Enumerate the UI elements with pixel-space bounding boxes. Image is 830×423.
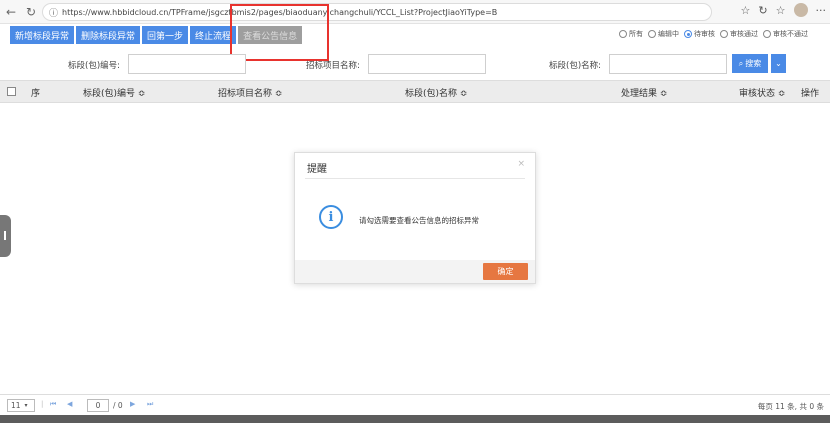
filter-label: 编辑中 xyxy=(658,30,679,38)
confirm-button[interactable]: 确定 xyxy=(483,263,528,280)
col-index: 序 xyxy=(31,89,41,99)
search-row: 标段(包)编号: 招标项目名称: 标段(包)名称: ⌕ 搜索 ⌄ xyxy=(0,54,830,76)
address-bar[interactable]: ⓘ https://www.hbbidcloud.cn/TPFrame/jsgc… xyxy=(42,3,712,21)
favorites-icon[interactable]: ☆ xyxy=(776,4,786,17)
extension-icon[interactable]: ↻ xyxy=(758,4,767,17)
refresh-icon[interactable]: ↻ xyxy=(22,3,40,21)
col-action: 操作 xyxy=(801,89,820,99)
filter-rejected[interactable]: 审核不通过 xyxy=(763,29,808,39)
radio-icon xyxy=(720,30,728,38)
col-code[interactable]: 标段(包)编号 ≎ xyxy=(83,86,145,99)
project-input[interactable] xyxy=(368,54,486,74)
last-page-icon[interactable]: ⏭ xyxy=(147,400,153,409)
col-result[interactable]: 处理结果 ≎ xyxy=(621,86,667,99)
back-arrow-icon[interactable]: ← xyxy=(2,3,20,21)
taskbar xyxy=(0,415,830,423)
back-to-first-step-button[interactable]: 回第一步 xyxy=(142,26,189,44)
name-input[interactable] xyxy=(609,54,727,74)
favorite-star-icon[interactable]: ☆ xyxy=(741,4,751,17)
search-button[interactable]: ⌕ 搜索 xyxy=(732,54,768,73)
radio-icon xyxy=(648,30,656,38)
info-icon: i xyxy=(319,205,343,229)
delete-exception-button[interactable]: 删除标段异常 xyxy=(76,26,141,44)
col-status[interactable]: 审核状态 ≎ xyxy=(739,86,785,99)
search-dropdown-button[interactable]: ⌄ xyxy=(771,54,786,73)
filter-label: 待审核 xyxy=(694,30,715,38)
lock-icon: ⓘ xyxy=(49,8,59,19)
filter-label: 审核通过 xyxy=(730,30,758,38)
profile-avatar[interactable] xyxy=(793,3,808,17)
page-summary: 每页 11 条, 共 0 条 xyxy=(757,402,824,411)
radio-icon xyxy=(619,30,627,38)
filter-editing[interactable]: 编辑中 xyxy=(648,29,679,39)
chevron-down-icon: ▾ xyxy=(24,402,28,409)
alert-dialog: 提醒 × i 请勾选需要查看公告信息的招标异常 确定 xyxy=(294,152,536,284)
dialog-footer: 确定 xyxy=(295,260,535,283)
pager: 11 ▾ | ⏮ ◀ 0 / 0 ▶ ⏭ 每页 11 条, 共 0 条 xyxy=(0,394,830,414)
code-input[interactable] xyxy=(128,54,246,74)
dialog-divider xyxy=(305,178,525,179)
radio-icon xyxy=(763,30,771,38)
browser-bar: ← ↻ ⓘ https://www.hbbidcloud.cn/TPFrame/… xyxy=(0,0,830,24)
separator: | xyxy=(41,400,44,408)
next-page-icon[interactable]: ▶ xyxy=(130,400,135,408)
side-panel-handle[interactable] xyxy=(0,215,11,257)
page-size-value: 11 xyxy=(11,401,21,410)
filter-label: 所有 xyxy=(629,30,643,38)
add-exception-button[interactable]: 新增标段异常 xyxy=(10,26,75,44)
highlight-box xyxy=(230,4,329,61)
more-icon[interactable]: ··· xyxy=(816,4,827,17)
page-size-select[interactable]: 11 ▾ xyxy=(7,399,35,412)
filter-approved[interactable]: 审核通过 xyxy=(720,29,758,39)
dialog-title: 提醒 xyxy=(307,164,327,175)
browser-right-icons: ☆ ↻ ☆ ··· xyxy=(741,3,826,17)
code-label: 标段(包)编号: xyxy=(68,61,120,71)
status-filter: 所有 编辑中 待审核 审核通过 审核不通过 xyxy=(619,29,808,39)
page-number-input[interactable]: 0 xyxy=(87,399,109,412)
name-label: 标段(包)名称: xyxy=(549,61,601,71)
col-project[interactable]: 招标项目名称 ≎ xyxy=(218,86,282,99)
close-icon[interactable]: × xyxy=(517,159,525,169)
chevron-down-icon: ⌄ xyxy=(775,59,782,68)
project-label: 招标项目名称: xyxy=(306,61,360,71)
table-header: 序 标段(包)编号 ≎ 招标项目名称 ≎ 标段(包)名称 ≎ 处理结果 ≎ 审核… xyxy=(0,80,830,103)
filter-pending[interactable]: 待审核 xyxy=(684,29,715,39)
total-pages: / 0 xyxy=(113,401,123,410)
radio-checked-icon xyxy=(684,30,692,38)
search-button-label: 搜索 xyxy=(745,59,762,68)
search-icon: ⌕ xyxy=(738,58,744,68)
dialog-message: 请勾选需要查看公告信息的招标异常 xyxy=(359,216,479,225)
filter-label: 审核不通过 xyxy=(773,30,808,38)
prev-page-icon[interactable]: ◀ xyxy=(67,400,72,408)
select-all-checkbox[interactable] xyxy=(7,87,16,96)
filter-all[interactable]: 所有 xyxy=(619,29,643,39)
first-page-icon[interactable]: ⏮ xyxy=(50,400,56,409)
col-name[interactable]: 标段(包)名称 ≎ xyxy=(405,86,467,99)
